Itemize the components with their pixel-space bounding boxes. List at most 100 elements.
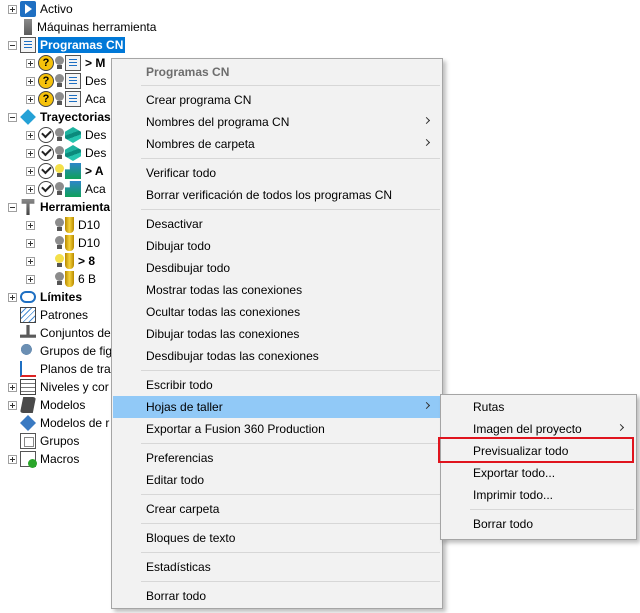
menu-separator xyxy=(141,494,440,495)
menu-item-ocultar-conexiones[interactable]: Ocultar todas las conexiones xyxy=(113,301,441,323)
lightbulb-icon xyxy=(55,127,64,143)
menu-separator xyxy=(141,552,440,553)
expand-toggle[interactable] xyxy=(26,130,35,140)
tree-node-maquinas[interactable]: Máquinas herramienta xyxy=(8,18,156,36)
menu-item-nombres-programa[interactable]: Nombres del programa CN xyxy=(113,111,441,133)
toolpath-icon xyxy=(20,109,36,125)
lightbulb-icon xyxy=(55,271,64,287)
check-icon xyxy=(38,127,54,143)
highlight-annotation-box xyxy=(438,437,634,463)
activo-icon xyxy=(20,1,36,17)
tree-node-toolpath-2[interactable]: Des xyxy=(26,144,106,162)
menu-item-editar-todo[interactable]: Editar todo xyxy=(113,469,441,491)
tree-node-activo[interactable]: Activo xyxy=(8,0,73,18)
lightbulb-on-icon xyxy=(55,163,64,179)
expand-toggle[interactable] xyxy=(8,292,17,302)
menu-item-dibujar-conexiones[interactable]: Dibujar todas las conexiones xyxy=(113,323,441,345)
tree-node-herramientas[interactable]: Herramienta xyxy=(8,198,110,216)
expand-toggle[interactable] xyxy=(26,94,35,104)
tree-node-tool-1[interactable]: D10 xyxy=(26,216,100,234)
menu-item-crear-carpeta[interactable]: Crear carpeta xyxy=(113,498,441,520)
expand-toggle[interactable] xyxy=(26,148,35,158)
question-icon: ? xyxy=(38,91,54,107)
submenu-item-exportar-todo[interactable]: Exportar todo... xyxy=(442,462,635,484)
tree-node-modelos-r[interactable]: Modelos de r xyxy=(8,414,109,432)
lightbulb-icon xyxy=(55,235,64,251)
tree-node-toolpath-3[interactable]: > A xyxy=(26,162,104,180)
menu-header: Programas CN xyxy=(146,65,230,79)
tree-node-toolpath-4[interactable]: Aca xyxy=(26,180,106,198)
menu-item-verificar-todo[interactable]: Verificar todo xyxy=(113,162,441,184)
menu-item-dibujar-todo[interactable]: Dibujar todo xyxy=(113,235,441,257)
feature-group-icon xyxy=(20,343,36,359)
menu-item-desactivar[interactable]: Desactivar xyxy=(113,213,441,235)
menu-separator xyxy=(141,581,440,582)
menu-item-borrar-todo[interactable]: Borrar todo xyxy=(113,585,441,607)
lightbulb-icon xyxy=(55,91,64,107)
tree-node-program-2[interactable]: ? Des xyxy=(26,72,106,90)
collapse-toggle[interactable] xyxy=(8,40,17,50)
tree-node-program-3[interactable]: ? Aca xyxy=(26,90,106,108)
lightbulb-icon xyxy=(55,55,64,71)
expand-toggle[interactable] xyxy=(26,256,35,266)
macro-icon xyxy=(20,451,37,468)
menu-item-escribir-todo[interactable]: Escribir todo xyxy=(113,374,441,396)
menu-item-crear-programa[interactable]: Crear programa CN xyxy=(113,89,441,111)
tree-node-macros[interactable]: Macros xyxy=(8,450,79,468)
tree-node-modelos[interactable]: Modelos xyxy=(8,396,85,414)
expand-toggle[interactable] xyxy=(26,274,35,284)
model-icon xyxy=(20,397,36,413)
collapse-toggle[interactable] xyxy=(8,112,17,122)
menu-item-desdibujar-conexiones[interactable]: Desdibujar todas las conexiones xyxy=(113,345,441,367)
lightbulb-on-icon xyxy=(55,253,64,269)
menu-item-exportar-fusion[interactable]: Exportar a Fusion 360 Production xyxy=(113,418,441,440)
expand-toggle[interactable] xyxy=(8,382,17,392)
expand-toggle[interactable] xyxy=(8,4,17,14)
tree-node-limites[interactable]: Límites xyxy=(8,288,82,306)
pattern-icon xyxy=(20,307,36,323)
check-icon xyxy=(38,181,54,197)
tree-node-toolpath-1[interactable]: Des xyxy=(26,126,106,144)
menu-item-desdibujar-todo[interactable]: Desdibujar todo xyxy=(113,257,441,279)
menu-item-preferencias[interactable]: Preferencias xyxy=(113,447,441,469)
tree-node-programas-cn[interactable]: Programas CN xyxy=(8,36,126,54)
chevron-right-icon xyxy=(422,116,431,125)
menu-item-nombres-carpeta[interactable]: Nombres de carpeta xyxy=(113,133,441,155)
expand-toggle[interactable] xyxy=(26,184,35,194)
menu-item-hojas-de-taller[interactable]: Hojas de taller xyxy=(113,396,441,418)
tree-node-patrones[interactable]: Patrones xyxy=(8,306,88,324)
tree-node-planos[interactable]: Planos de tra xyxy=(8,360,111,378)
nc-program-icon xyxy=(20,37,36,53)
tree-node-grupos[interactable]: Grupos xyxy=(8,432,79,450)
menu-separator xyxy=(141,158,440,159)
menu-item-borrar-verificacion[interactable]: Borrar verificación de todos los program… xyxy=(113,184,441,206)
submenu-item-rutas[interactable]: Rutas xyxy=(442,396,635,418)
expand-toggle[interactable] xyxy=(8,400,17,410)
layers-icon xyxy=(65,127,81,143)
tree-node-grupos-fig[interactable]: Grupos de fig xyxy=(8,342,112,360)
menu-item-estadisticas[interactable]: Estadísticas xyxy=(113,556,441,578)
expand-toggle[interactable] xyxy=(26,76,35,86)
submenu-hojas-de-taller: Rutas Imagen del proyecto Previsualizar … xyxy=(440,394,637,540)
tree-node-tool-4[interactable]: 6 B xyxy=(26,270,96,288)
collapse-toggle[interactable] xyxy=(8,202,17,212)
expand-toggle[interactable] xyxy=(26,238,35,248)
menu-item-mostrar-conexiones[interactable]: Mostrar todas las conexiones xyxy=(113,279,441,301)
expand-toggle[interactable] xyxy=(26,166,35,176)
tree-node-tool-2[interactable]: D10 xyxy=(26,234,100,252)
levels-icon xyxy=(20,379,36,395)
tree-node-tool-3[interactable]: > 8 xyxy=(26,252,95,270)
expand-toggle[interactable] xyxy=(26,220,35,230)
submenu-item-borrar-todo[interactable]: Borrar todo xyxy=(442,513,635,535)
tree-node-conjuntos[interactable]: Conjuntos de xyxy=(8,324,111,342)
tree-node-niveles[interactable]: Niveles y cor xyxy=(8,378,109,396)
chevron-right-icon xyxy=(422,138,431,147)
stack-icon xyxy=(65,163,81,179)
expand-toggle[interactable] xyxy=(26,58,35,68)
expand-toggle[interactable] xyxy=(8,454,17,464)
submenu-item-imprimir-todo[interactable]: Imprimir todo... xyxy=(442,484,635,506)
menu-item-bloques-texto[interactable]: Bloques de texto xyxy=(113,527,441,549)
tree-node-trayectorias[interactable]: Trayectorias xyxy=(8,108,111,126)
tree-node-program-1[interactable]: ? > M xyxy=(26,54,105,72)
menu-separator xyxy=(141,370,440,371)
